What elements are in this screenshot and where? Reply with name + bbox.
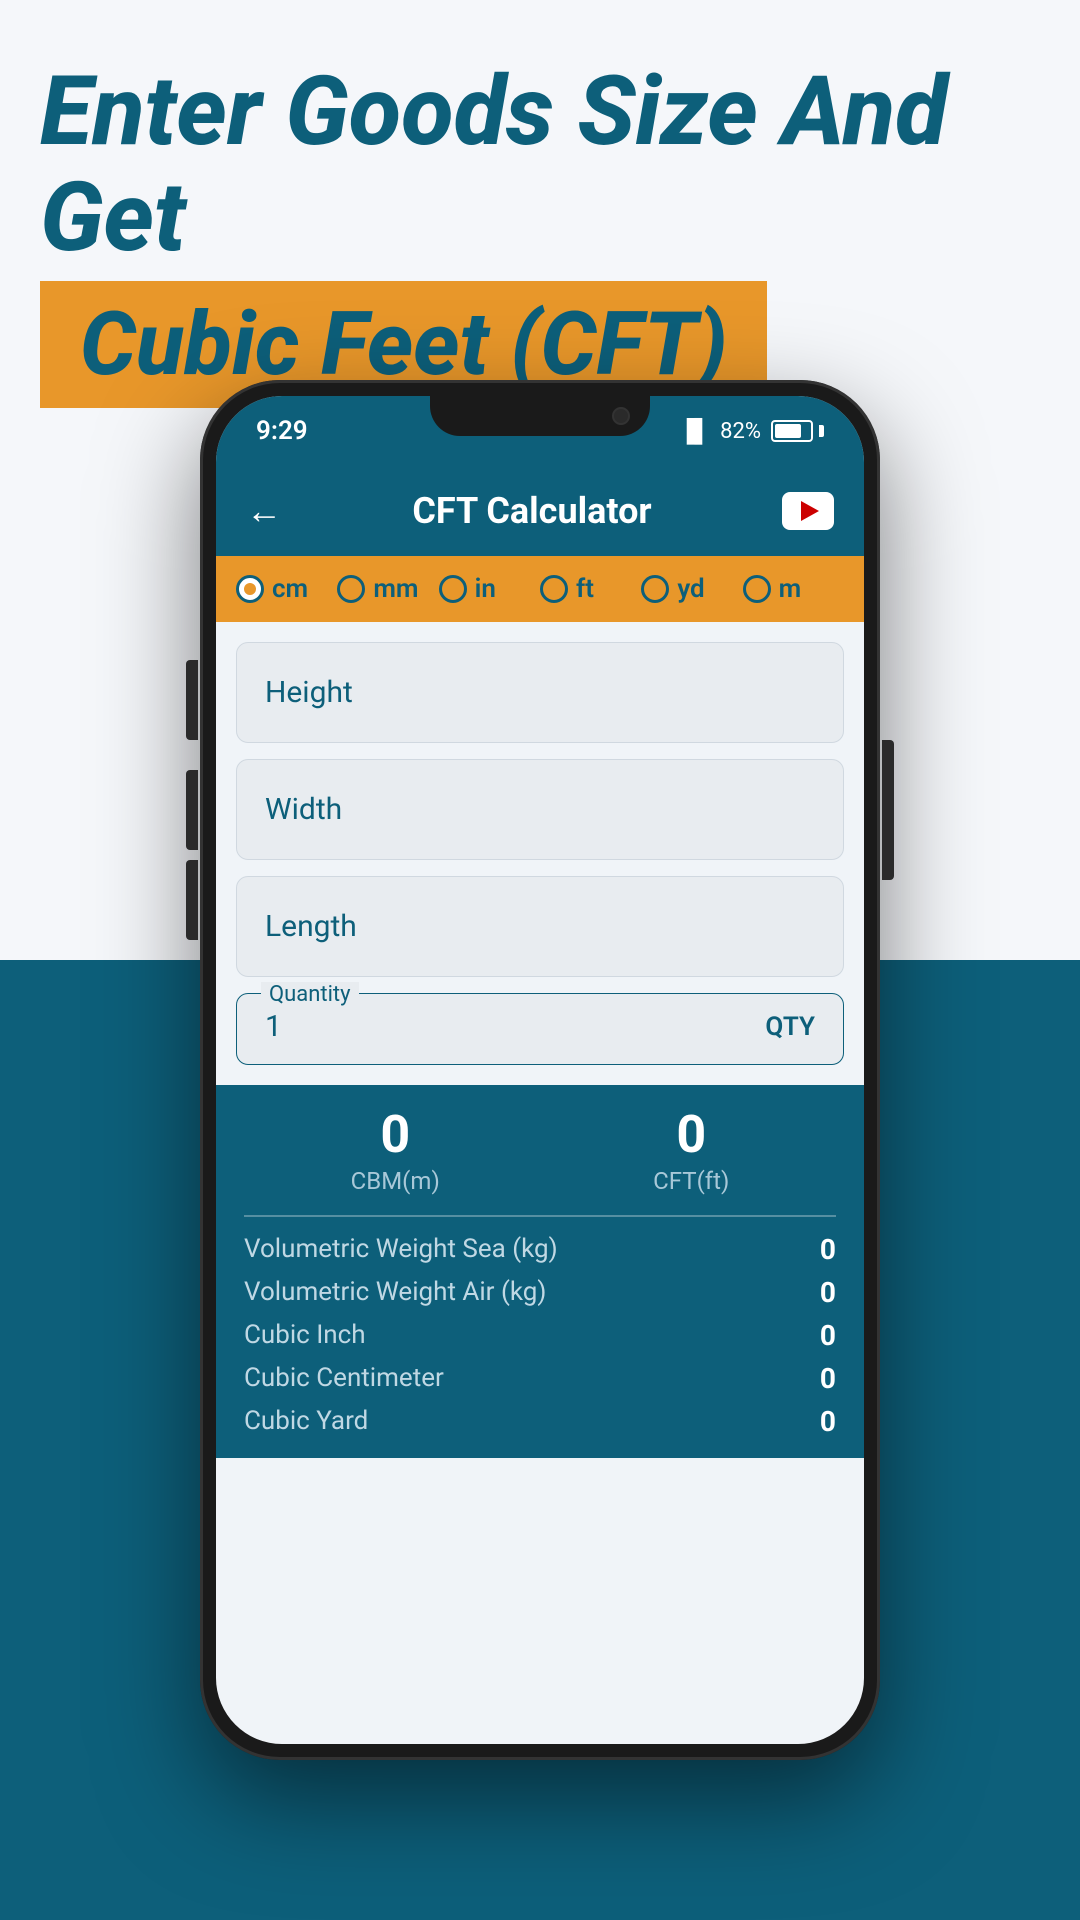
radio-ft-circle	[540, 575, 568, 603]
radio-m-circle	[743, 575, 771, 603]
battery-fill	[775, 424, 801, 438]
app-title: CFT Calculator	[412, 490, 651, 532]
unit-option-cm[interactable]: cm	[236, 574, 337, 604]
unit-option-m[interactable]: m	[743, 574, 844, 604]
vol-sea-label: Volumetric Weight Sea (kg)	[244, 1234, 558, 1264]
unit-label-yd: yd	[677, 574, 704, 604]
quantity-field[interactable]: Quantity 1 QTY	[236, 993, 844, 1065]
unit-label-cm: cm	[272, 574, 308, 604]
cubic-yard-label: Cubic Yard	[244, 1406, 368, 1436]
radio-cm-circle	[236, 575, 264, 603]
cubic-cm-label: Cubic Centimeter	[244, 1363, 444, 1393]
cubic-cm-row: Cubic Centimeter 0	[244, 1362, 836, 1395]
status-bar: 9:29 ▐▌ 82%	[216, 396, 864, 466]
battery-body	[771, 420, 813, 442]
results-main: 0 CBM(m) 0 CFT(ft)	[244, 1109, 836, 1215]
cubic-inch-value: 0	[820, 1319, 836, 1352]
vol-sea-value: 0	[820, 1233, 836, 1266]
cbm-result: 0 CBM(m)	[351, 1109, 440, 1195]
header-section: Enter Goods Size And Get Cubic Feet (CFT…	[0, 60, 1080, 408]
quantity-value: 1	[265, 1009, 282, 1044]
back-button[interactable]: ←	[246, 490, 282, 532]
phone-outer: 9:29 ▐▌ 82% ← CFT C	[200, 380, 880, 1760]
unit-option-ft[interactable]: ft	[540, 574, 641, 604]
height-placeholder: Height	[265, 675, 353, 710]
cubic-yard-row: Cubic Yard 0	[244, 1405, 836, 1438]
app-bar: ← CFT Calculator	[216, 466, 864, 556]
cft-unit: CFT(ft)	[653, 1167, 729, 1195]
cubic-inch-row: Cubic Inch 0	[244, 1319, 836, 1352]
battery-percentage: 82%	[720, 419, 761, 444]
unit-option-in[interactable]: in	[439, 574, 540, 604]
cubic-cm-value: 0	[820, 1362, 836, 1395]
header-title-line1: Enter Goods Size And Get	[40, 60, 1040, 271]
vol-air-label: Volumetric Weight Air (kg)	[244, 1277, 546, 1307]
radio-yd-circle	[641, 575, 669, 603]
qty-badge: QTY	[765, 1012, 815, 1042]
results-rows: Volumetric Weight Sea (kg) 0 Volumetric …	[244, 1233, 836, 1438]
width-placeholder: Width	[265, 792, 342, 827]
phone-screen: 9:29 ▐▌ 82% ← CFT C	[216, 396, 864, 1744]
quantity-label: Quantity	[261, 982, 359, 1007]
length-placeholder: Length	[265, 909, 357, 944]
radio-cm-dot	[244, 583, 256, 595]
battery-icon	[771, 420, 824, 442]
unit-option-mm[interactable]: mm	[337, 574, 438, 604]
phone-mockup: 9:29 ▐▌ 82% ← CFT C	[200, 380, 880, 1760]
cbm-unit: CBM(m)	[351, 1167, 440, 1195]
unit-label-m: m	[779, 574, 802, 604]
inputs-section: Height Width Length Quantity 1 QTY	[216, 622, 864, 1085]
quantity-row: 1 QTY	[265, 1009, 815, 1044]
notch	[430, 396, 650, 436]
cft-value: 0	[653, 1109, 729, 1161]
vol-air-value: 0	[820, 1276, 836, 1309]
cubic-inch-label: Cubic Inch	[244, 1320, 366, 1350]
notch-camera	[612, 407, 630, 425]
battery-tip	[819, 425, 824, 437]
cubic-yard-value: 0	[820, 1405, 836, 1438]
results-divider	[244, 1215, 836, 1217]
results-section: 0 CBM(m) 0 CFT(ft) Volumetric Weight Sea…	[216, 1085, 864, 1458]
length-field[interactable]: Length	[236, 876, 844, 977]
unit-label-ft: ft	[576, 574, 594, 604]
vol-air-row: Volumetric Weight Air (kg) 0	[244, 1276, 836, 1309]
youtube-play-icon	[801, 501, 819, 521]
unit-option-yd[interactable]: yd	[641, 574, 742, 604]
unit-label-mm: mm	[373, 574, 418, 604]
radio-in-circle	[439, 575, 467, 603]
status-time: 9:29	[256, 416, 308, 446]
unit-label-in: in	[475, 574, 496, 604]
radio-mm-circle	[337, 575, 365, 603]
unit-selector: cm mm in ft	[216, 556, 864, 622]
signal-strength-icon: ▐▌	[679, 418, 710, 444]
width-field[interactable]: Width	[236, 759, 844, 860]
height-field[interactable]: Height	[236, 642, 844, 743]
status-right: ▐▌ 82%	[679, 418, 824, 444]
cbm-value: 0	[351, 1109, 440, 1161]
youtube-button[interactable]	[782, 492, 834, 530]
vol-sea-row: Volumetric Weight Sea (kg) 0	[244, 1233, 836, 1266]
cft-result: 0 CFT(ft)	[653, 1109, 729, 1195]
